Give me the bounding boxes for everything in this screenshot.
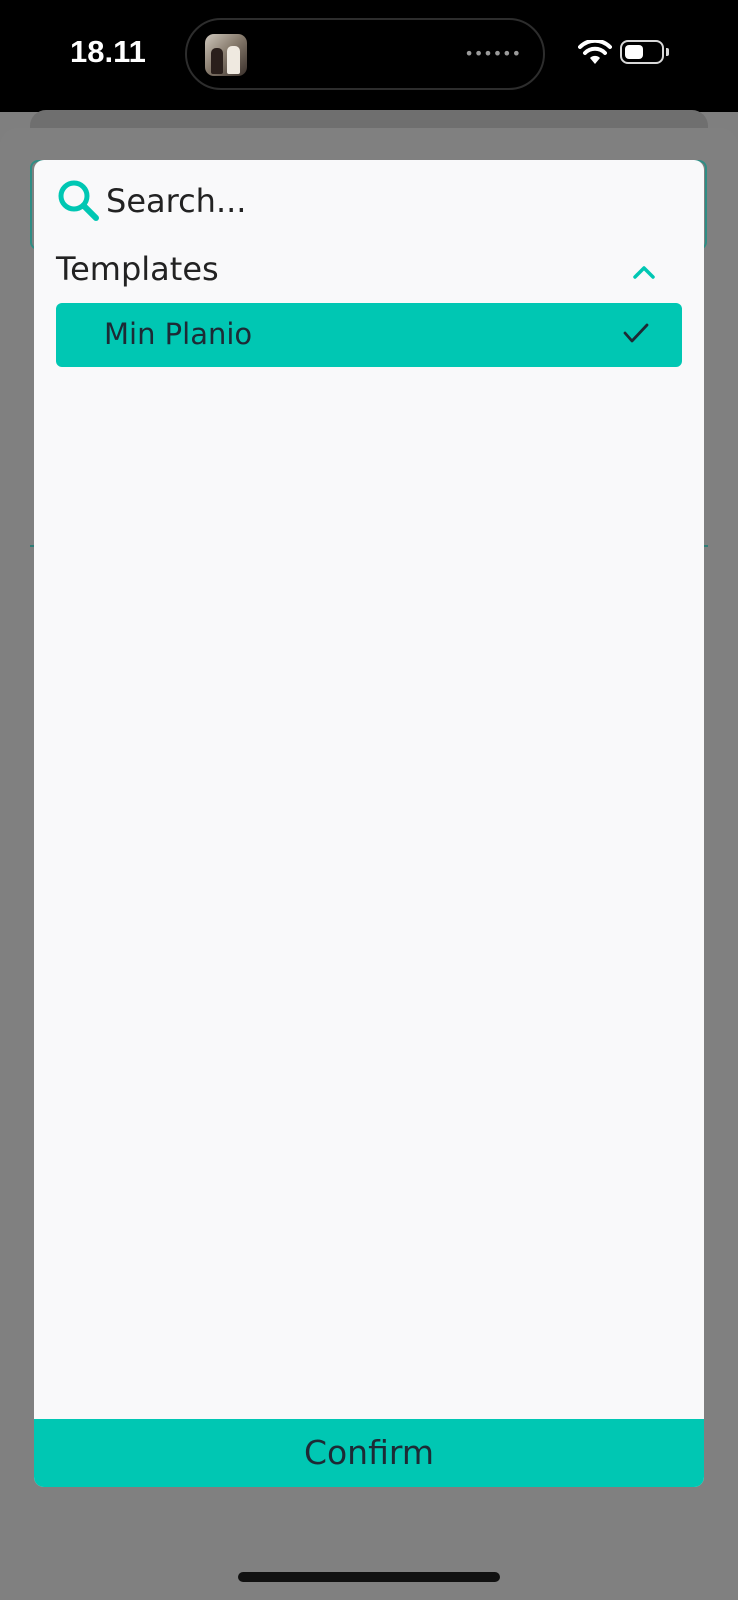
section-header-templates[interactable]: Templates xyxy=(56,250,676,294)
status-bar: 18.11 •••••• xyxy=(0,0,738,112)
photo-thumbnail-icon xyxy=(205,34,247,76)
section-title: Templates xyxy=(56,250,219,288)
search-icon xyxy=(56,178,102,228)
wifi-icon xyxy=(578,38,612,70)
dropdown-panel: Templates Min Planio Confirm xyxy=(34,160,704,1487)
option-min-planio[interactable]: Min Planio xyxy=(56,303,682,367)
check-icon xyxy=(622,321,650,349)
home-indicator[interactable] xyxy=(238,1572,500,1582)
option-label: Min Planio xyxy=(104,317,253,351)
search-input[interactable] xyxy=(106,180,666,222)
chevron-up-icon[interactable] xyxy=(632,264,656,284)
battery-icon xyxy=(620,40,669,64)
confirm-button[interactable]: Confirm xyxy=(34,1419,704,1487)
dynamic-island[interactable]: •••••• xyxy=(185,18,545,90)
search-bar xyxy=(56,178,676,226)
audio-waveform-icon: •••••• xyxy=(464,44,521,63)
status-time: 18.11 xyxy=(70,34,146,69)
